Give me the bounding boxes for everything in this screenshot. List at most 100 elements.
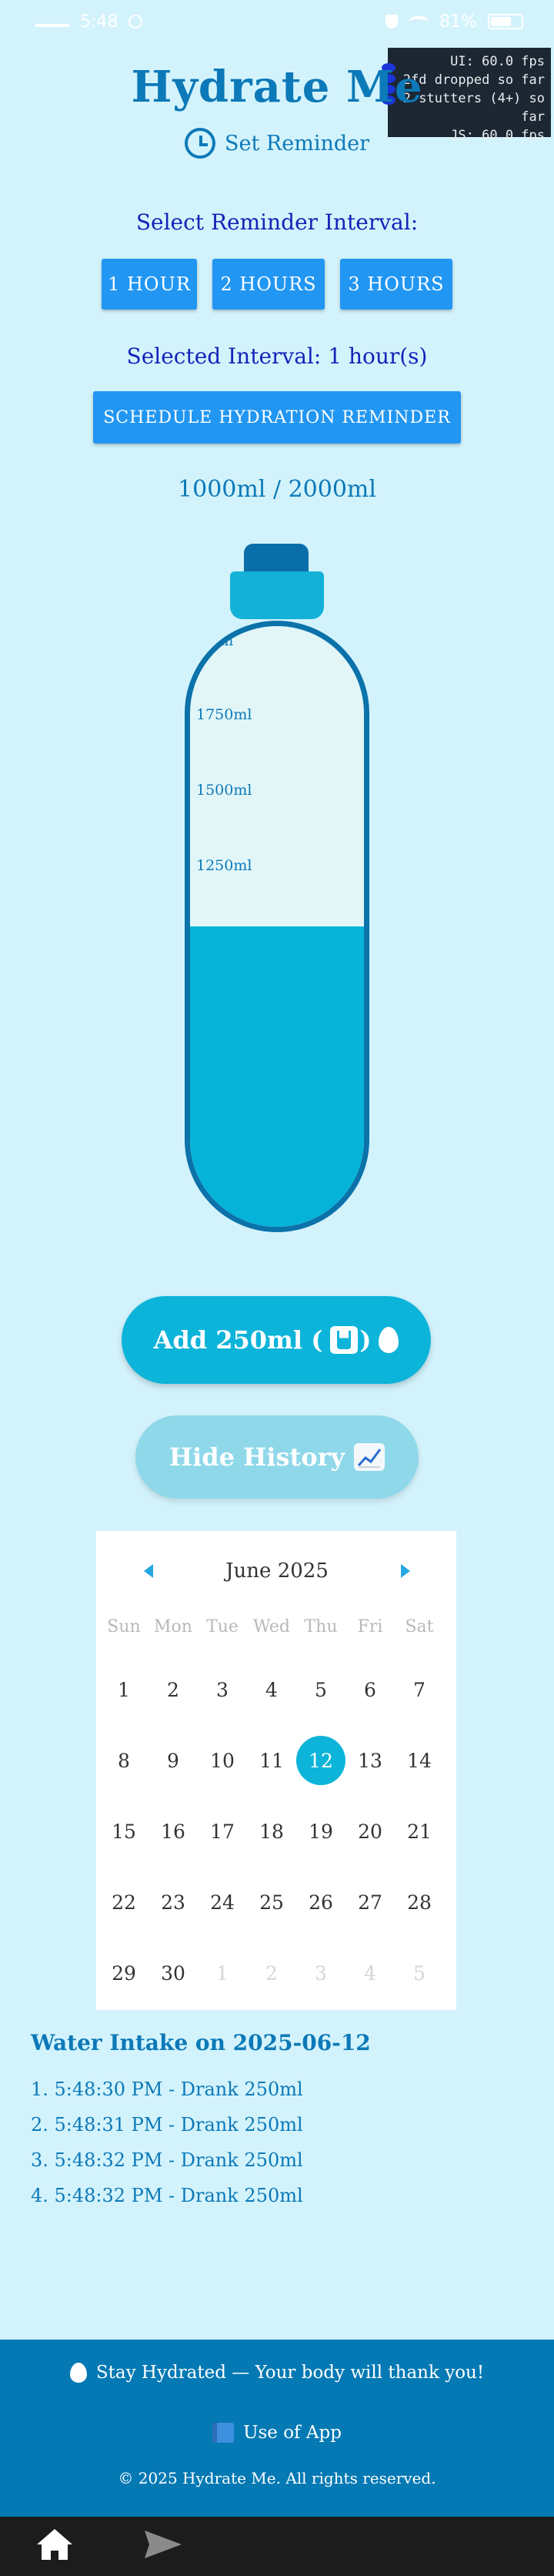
calendar-grid: Sun Mon Tue Wed Thu Fri Sat 1 2 3 4 5 6 7 8 9 10 1… xyxy=(99,1611,453,2008)
calendar-day-number: 10 xyxy=(210,1749,235,1772)
bottle-mark-1500: 1500ml xyxy=(196,782,252,799)
status-bar: 5:48 81% xyxy=(0,0,554,43)
calendar-day-number: 22 xyxy=(112,1891,136,1914)
weekday-label: Sat xyxy=(405,1617,434,1636)
calendar-week-row: 29 30 1 2 3 4 5 xyxy=(99,1938,453,2008)
calendar-day[interactable]: 1 xyxy=(198,1962,247,1985)
calendar-day-number: 27 xyxy=(358,1891,382,1914)
calendar-day-number: 21 xyxy=(407,1820,432,1843)
calendar-day-number: 28 xyxy=(407,1891,432,1914)
calendar-day[interactable]: 5 xyxy=(296,1679,345,1701)
calendar-day[interactable]: 7 xyxy=(395,1679,444,1701)
calendar-day-number: 2 xyxy=(167,1678,179,1701)
calendar-day[interactable]: 3 xyxy=(198,1679,247,1701)
battery-percent: 81% xyxy=(439,12,477,32)
calendar-day-number: 4 xyxy=(364,1961,376,1985)
schedule-reminder-button[interactable]: SCHEDULE HYDRATION REMINDER xyxy=(93,391,461,444)
calendar-day[interactable]: 16 xyxy=(149,1821,198,1843)
calendar-day-number: 16 xyxy=(161,1820,185,1843)
calendar-day[interactable]: 8 xyxy=(99,1750,149,1772)
calendar-day-number: 20 xyxy=(358,1820,382,1843)
prev-month-arrow-icon[interactable] xyxy=(144,1564,153,1578)
interval-2-hours-button[interactable]: 2 HOURS xyxy=(212,259,325,310)
calendar-day[interactable]: 6 xyxy=(345,1679,395,1701)
calendar-day[interactable]: 19 xyxy=(296,1821,345,1843)
app-title: Hydrate Me xyxy=(131,62,423,112)
water-bottle: 2000ml 1750ml 1500ml 1250ml xyxy=(185,621,369,1232)
footer-tagline-row: Stay Hydrated — Your body will thank you… xyxy=(0,2363,554,2383)
calendar-day[interactable]: 29 xyxy=(99,1962,149,1985)
history-item: 1. 5:48:30 PM - Drank 250ml xyxy=(31,2079,303,2100)
calendar-day-number: 1 xyxy=(216,1961,229,1985)
weekday-label: Tue xyxy=(206,1617,239,1636)
calendar-day[interactable]: 17 xyxy=(198,1821,247,1843)
interval-1-hour-button[interactable]: 1 HOUR xyxy=(102,259,197,310)
calendar-month: June 2025 xyxy=(225,1559,329,1583)
calendar-day[interactable]: 3 xyxy=(296,1962,345,1985)
water-drop-icon xyxy=(379,1327,399,1353)
calendar-day[interactable]: 21 xyxy=(395,1821,444,1843)
use-of-app-link[interactable]: Use of App xyxy=(0,2423,554,2443)
weekday-label: Fri xyxy=(357,1617,383,1636)
calendar-day[interactable]: 15 xyxy=(99,1821,149,1843)
calendar-day[interactable]: 13 xyxy=(345,1750,395,1772)
hide-history-button[interactable]: Hide History xyxy=(135,1415,419,1499)
shield-icon xyxy=(385,15,399,28)
calendar-day[interactable]: 20 xyxy=(345,1821,395,1843)
status-time: 5:48 xyxy=(80,12,118,32)
calendar-day[interactable]: 26 xyxy=(296,1891,345,1914)
footer-copyright: © 2025 Hydrate Me. All rights reserved. xyxy=(118,2469,436,2487)
calendar-day-number: 5 xyxy=(413,1961,426,1985)
bottle-mark-1750: 1750ml xyxy=(196,706,252,723)
calendar-day-number: 7 xyxy=(413,1678,426,1701)
set-reminder-link[interactable]: Set Reminder xyxy=(185,126,369,160)
calendar-day[interactable]: 10 xyxy=(198,1750,247,1772)
home-nav-icon[interactable] xyxy=(35,2527,74,2564)
select-interval-label: Select Reminder Interval: xyxy=(135,209,419,235)
calendar-day-number: 1 xyxy=(118,1678,130,1701)
calendar-day[interactable]: 24 xyxy=(198,1891,247,1914)
calendar-day[interactable]: 4 xyxy=(345,1962,395,1985)
interval-3-hours-button[interactable]: 3 HOURS xyxy=(340,259,452,310)
weekday-label: Thu xyxy=(304,1617,338,1636)
calendar-day[interactable]: 25 xyxy=(247,1891,296,1914)
weekday-label: Sun xyxy=(107,1617,141,1636)
calendar-week-row: 8 9 10 11 12 13 14 xyxy=(99,1725,453,1796)
glass-icon xyxy=(330,1326,359,1354)
calendar-day-number: 9 xyxy=(167,1749,179,1772)
calendar-day[interactable]: 30 xyxy=(149,1962,198,1985)
use-of-app-label: Use of App xyxy=(243,2423,342,2443)
add-water-button[interactable]: Add 250ml ( ) xyxy=(122,1296,431,1384)
calendar-day[interactable]: 14 xyxy=(395,1750,444,1772)
history-item: 3. 5:48:32 PM - Drank 250ml xyxy=(31,2149,303,2171)
calendar-day[interactable]: 22 xyxy=(99,1891,149,1914)
bottle-neck xyxy=(230,571,324,619)
calendar-day-number: 14 xyxy=(407,1749,432,1772)
calendar-day[interactable]: 27 xyxy=(345,1891,395,1914)
calendar-day[interactable]: 4 xyxy=(247,1679,296,1701)
calendar-week-row: 22 23 24 25 26 27 28 xyxy=(99,1867,453,1938)
history-item: 4. 5:48:32 PM - Drank 250ml xyxy=(31,2185,303,2206)
calendar-day[interactable]: 2 xyxy=(247,1962,296,1985)
calendar-day[interactable]: 9 xyxy=(149,1750,198,1772)
next-month-arrow-icon[interactable] xyxy=(400,1564,410,1578)
calendar-day-number: 11 xyxy=(259,1749,284,1772)
hide-history-label: Hide History xyxy=(169,1442,345,1472)
calendar-day[interactable]: 5 xyxy=(395,1962,444,1985)
calendar-day[interactable]: 18 xyxy=(247,1821,296,1843)
calendar-day[interactable]: 23 xyxy=(149,1891,198,1914)
calendar-day[interactable]: 28 xyxy=(395,1891,444,1914)
calendar-week-row: 1 2 3 4 5 6 7 xyxy=(99,1654,453,1725)
footer: Stay Hydrated — Your body will thank you… xyxy=(0,2340,554,2517)
bottle-mark-2000: 2000ml xyxy=(187,632,234,649)
calendar-day[interactable]: 1 xyxy=(99,1679,149,1701)
calendar-day-number: 26 xyxy=(309,1891,333,1914)
calendar-day[interactable]: 2 xyxy=(149,1679,198,1701)
calendar-day-number: 8 xyxy=(118,1749,130,1772)
calendar-day-number: 30 xyxy=(161,1961,185,1985)
calendar-day[interactable]: 12 xyxy=(296,1736,345,1785)
send-nav-icon[interactable] xyxy=(143,2527,183,2564)
add-water-label: Add 250ml ( xyxy=(153,1325,323,1355)
calendar-day-number: 13 xyxy=(358,1749,382,1772)
calendar-day[interactable]: 11 xyxy=(247,1750,296,1772)
